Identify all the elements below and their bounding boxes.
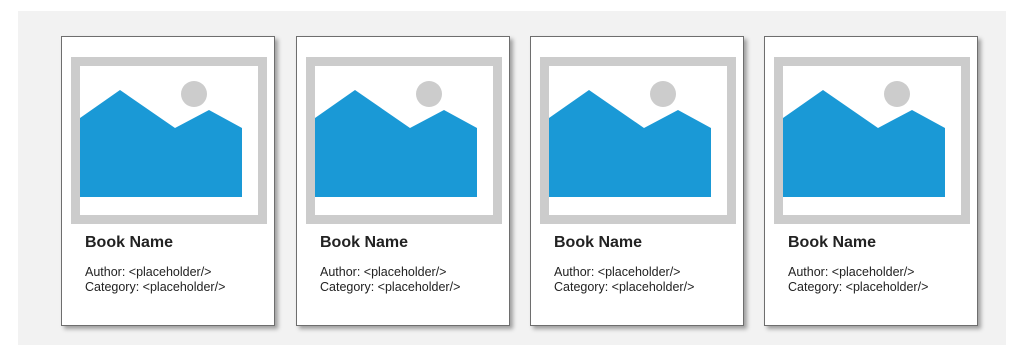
book-category: Category: <placeholder/> — [85, 280, 226, 294]
book-cover-placeholder — [774, 57, 970, 224]
book-category: Category: <placeholder/> — [788, 280, 929, 294]
book-title: Book Name — [554, 234, 643, 251]
book-author: Author: <placeholder/> — [85, 265, 212, 279]
book-cover-placeholder — [306, 57, 502, 224]
book-card[interactable]: Book Name Author: <placeholder/> Categor… — [764, 36, 978, 326]
book-author: Author: <placeholder/> — [320, 265, 447, 279]
image-placeholder-icon — [549, 81, 711, 197]
book-cover-placeholder — [71, 57, 267, 224]
book-title: Book Name — [320, 234, 409, 251]
book-author: Author: <placeholder/> — [788, 265, 915, 279]
book-card[interactable]: Book Name Author: <placeholder/> Categor… — [296, 36, 510, 326]
book-category: Category: <placeholder/> — [554, 280, 695, 294]
image-placeholder-icon — [80, 81, 242, 197]
book-title: Book Name — [788, 234, 877, 251]
image-placeholder-icon — [783, 81, 945, 197]
book-category: Category: <placeholder/> — [320, 280, 461, 294]
image-placeholder-icon — [315, 81, 477, 197]
book-card[interactable]: Book Name Author: <placeholder/> Categor… — [61, 36, 275, 326]
book-title: Book Name — [85, 234, 174, 251]
book-card[interactable]: Book Name Author: <placeholder/> Categor… — [530, 36, 744, 326]
book-author: Author: <placeholder/> — [554, 265, 681, 279]
book-cover-placeholder — [540, 57, 736, 224]
